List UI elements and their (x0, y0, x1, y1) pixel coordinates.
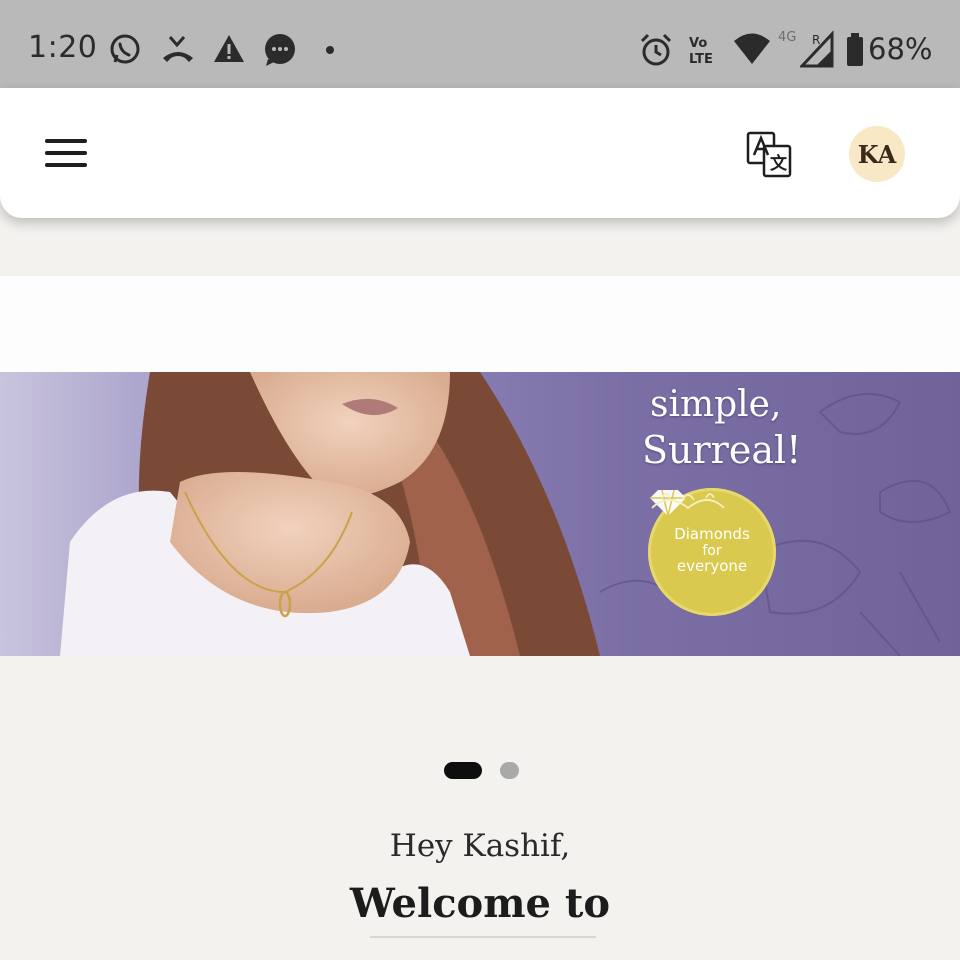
wifi-icon (734, 33, 770, 64)
avatar[interactable]: KA (849, 126, 905, 182)
status-bar: 1:20 Vo LTE 4G R 68% (0, 0, 960, 88)
warning-icon (214, 35, 244, 62)
svg-text:LTE: LTE (689, 52, 713, 67)
svg-text:文: 文 (770, 153, 788, 174)
diamonds-badge: Diamonds for everyone (648, 488, 776, 616)
app-header: 文 KA (0, 88, 960, 218)
banner-photo (0, 372, 960, 656)
svg-text:Vo: Vo (689, 36, 707, 51)
signal-icon: R (800, 30, 834, 68)
whatsapp-icon (110, 34, 140, 64)
badge-line-3: everyone (676, 557, 748, 575)
dot-icon (326, 46, 334, 54)
battery-icon (847, 33, 863, 66)
message-icon (265, 34, 295, 66)
leaves-ornament-icon (651, 493, 725, 510)
battery-percentage: 68% (868, 32, 933, 66)
alarm-icon (640, 33, 672, 66)
welcome-heading: Welcome to (349, 880, 611, 927)
svg-text:R: R (812, 33, 820, 47)
badge-line-1: Diamonds (674, 525, 750, 543)
volte-icon: Vo LTE (689, 36, 713, 67)
promo-banner[interactable]: simple, Surreal! Diamonds for everyone (0, 372, 960, 656)
banner-headline-1: simple, (650, 384, 782, 425)
hamburger-menu-icon[interactable] (40, 133, 92, 173)
network-type-label: 4G (778, 30, 797, 45)
content-strip (0, 276, 960, 372)
carousel-dot[interactable] (500, 762, 519, 779)
carousel-dot-active[interactable] (444, 762, 482, 779)
heading-divider (370, 936, 596, 938)
banner-headline-2: Surreal! (642, 428, 802, 472)
missed-call-icon (163, 36, 193, 62)
status-time: 1:20 (28, 30, 98, 65)
greeting-text: Hey Kashif, (389, 828, 571, 864)
translate-icon[interactable]: 文 (744, 130, 796, 182)
